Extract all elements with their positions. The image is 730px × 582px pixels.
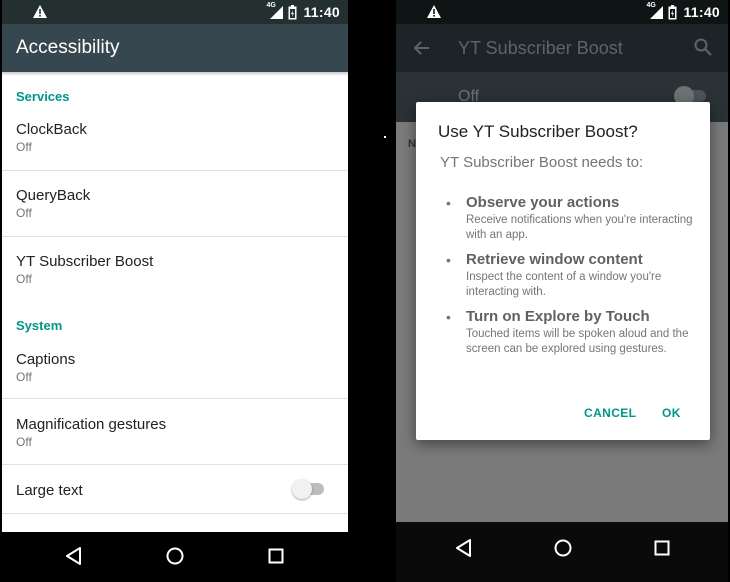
permission-title: Observe your actions — [466, 194, 620, 211]
page-title: YT Subscriber Boost — [458, 38, 623, 58]
battery-icon — [288, 4, 297, 19]
network-label: 4G — [646, 2, 656, 9]
item-title: Magnification gestures — [16, 416, 167, 433]
item-title: Captions — [16, 351, 76, 368]
back-arrow-icon[interactable] — [410, 36, 434, 60]
status-time: 11:40 — [303, 4, 340, 20]
status-icons: 4G 11:40 — [266, 2, 340, 21]
bullet: • — [446, 252, 451, 268]
divider — [2, 236, 348, 237]
background-text: N — [408, 138, 416, 150]
permission-description: Inspect the content of a window you're i… — [466, 271, 662, 298]
page-title: Accessibility — [16, 37, 120, 58]
app-bar: Accessibility — [2, 24, 348, 72]
cancel-button[interactable]: CANCEL — [584, 406, 636, 420]
item-status: Off — [16, 140, 32, 154]
signal-4g-icon: 4G — [266, 2, 284, 20]
stray-pixel — [384, 136, 386, 138]
item-status: Off — [16, 435, 32, 449]
nav-bar — [2, 532, 348, 582]
service-detail-screen: 4G 11:40 YT Subscriber Boost Off N Use Y… — [396, 0, 728, 582]
bullet: • — [446, 309, 451, 325]
app-bar: YT Subscriber Boost — [396, 24, 728, 72]
item-title: ClockBack — [16, 121, 87, 138]
item-status: Off — [16, 272, 32, 286]
dialog-subtitle: YT Subscriber Boost needs to: — [440, 154, 644, 171]
nav-recents-icon[interactable] — [264, 544, 288, 568]
item-title: YT Subscriber Boost — [16, 253, 154, 270]
status-bar: 4G 11:40 — [396, 0, 728, 24]
section-header-services: Services — [16, 89, 70, 104]
permission-title: Turn on Explore by Touch — [466, 308, 650, 325]
list-item-captions[interactable]: Captions Off — [2, 340, 348, 398]
item-title: Large text — [16, 482, 83, 499]
list-item-queryback[interactable]: QueryBack Off — [2, 176, 348, 236]
warning-icon — [33, 5, 47, 18]
nav-home-icon[interactable] — [551, 536, 575, 560]
bullet: • — [446, 195, 451, 211]
list-item-magnification-gestures[interactable]: Magnification gestures Off — [2, 405, 348, 465]
section-header-system: System — [16, 318, 63, 333]
app-bar-shadow — [2, 72, 348, 76]
battery-icon — [668, 4, 677, 19]
list-item-large-text[interactable]: Large text — [2, 470, 348, 512]
nav-home-icon[interactable] — [163, 544, 187, 568]
item-status: Off — [16, 370, 32, 384]
divider — [2, 464, 348, 465]
accessibility-screen: 4G 11:40 Accessibility Services ClockBac… — [2, 0, 348, 582]
status-bar: 4G 11:40 — [2, 0, 348, 24]
nav-recents-icon[interactable] — [650, 536, 674, 560]
permission-title: Retrieve window content — [466, 251, 643, 268]
divider — [2, 398, 348, 399]
item-title: QueryBack — [16, 187, 91, 204]
signal-4g-icon: 4G — [646, 2, 664, 20]
large-text-toggle[interactable] — [292, 479, 326, 499]
nav-back-icon[interactable] — [452, 536, 476, 560]
divider — [2, 513, 348, 514]
divider — [2, 170, 348, 171]
search-icon[interactable] — [692, 36, 714, 58]
permission-description: Touched items will be spoken aloud and t… — [466, 328, 689, 355]
list-item-yt-subscriber-boost[interactable]: YT Subscriber Boost Off — [2, 242, 348, 302]
status-time: 11:40 — [683, 4, 720, 20]
toggle-thumb — [292, 479, 312, 499]
right-phone: 4G 11:40 YT Subscriber Boost Off N Use Y… — [394, 0, 730, 582]
permission-dialog: Use YT Subscriber Boost? YT Subscriber B… — [416, 102, 710, 440]
status-icons: 4G 11:40 — [646, 2, 720, 21]
dialog-title: Use YT Subscriber Boost? — [438, 122, 638, 141]
nav-back-icon[interactable] — [62, 544, 86, 568]
ok-button[interactable]: OK — [662, 406, 681, 420]
item-status: Off — [16, 206, 32, 220]
permission-description: Receive notifications when you're intera… — [466, 214, 693, 241]
network-label: 4G — [266, 2, 276, 9]
list-item-clockback[interactable]: ClockBack Off — [2, 110, 348, 170]
warning-icon — [427, 5, 441, 18]
left-phone: 4G 11:40 Accessibility Services ClockBac… — [0, 0, 350, 582]
nav-bar — [396, 522, 728, 582]
